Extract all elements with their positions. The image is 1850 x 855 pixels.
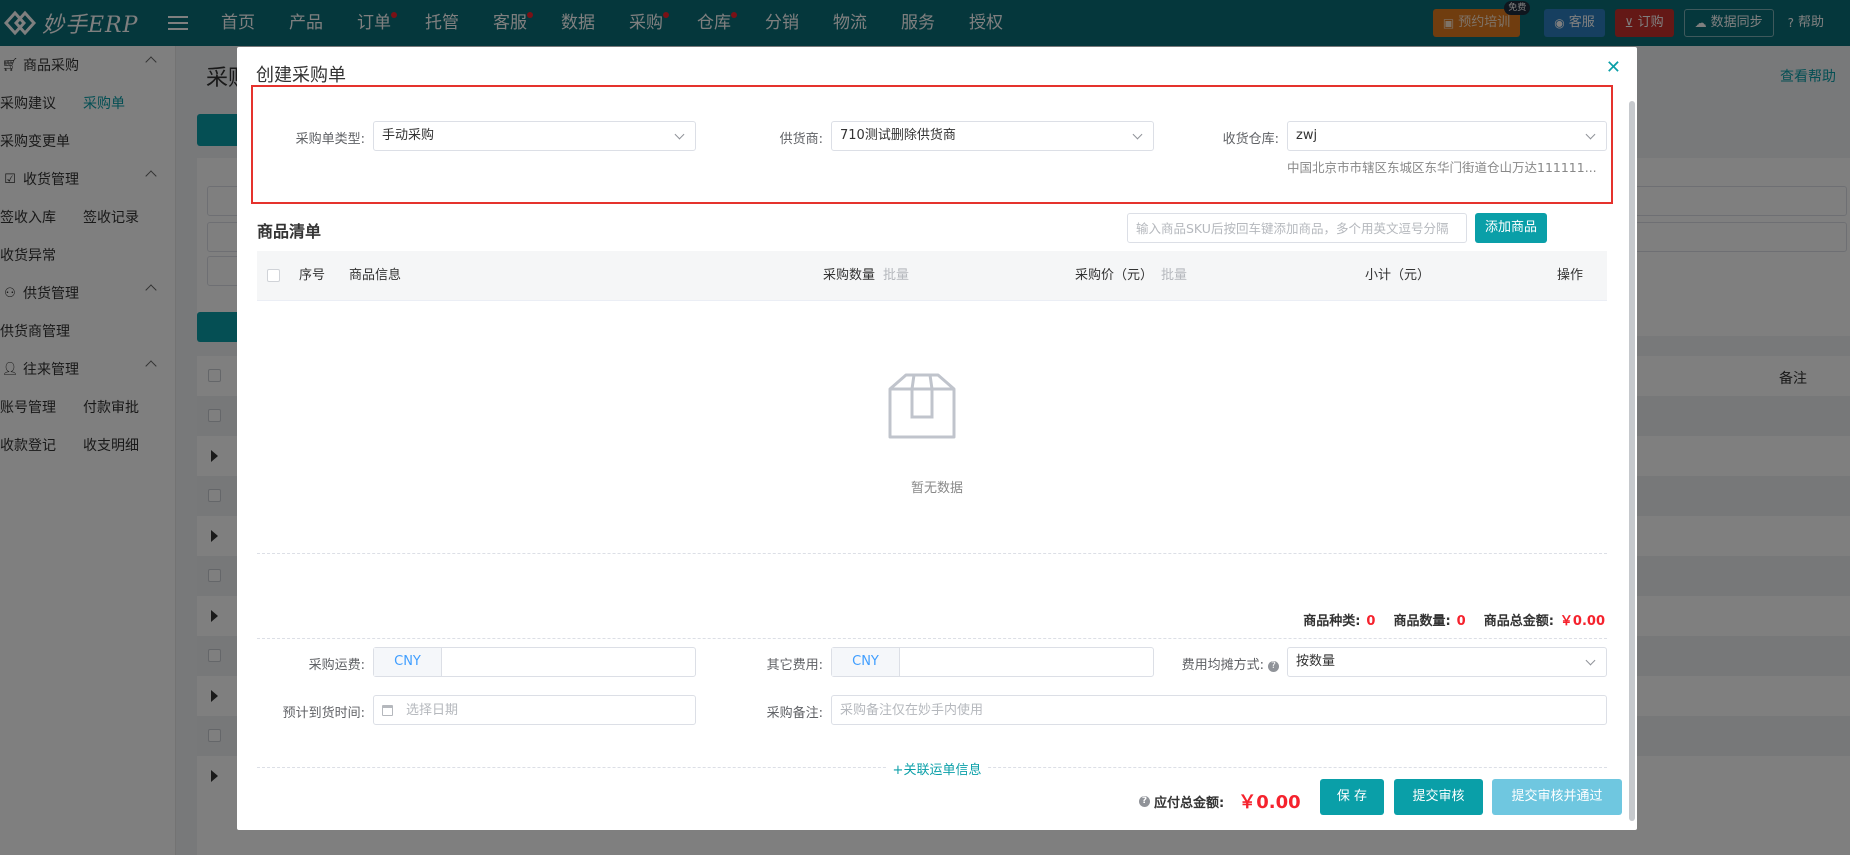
warehouse-select[interactable]: zwj xyxy=(1287,121,1607,151)
summary-amount: 商品总金额: ￥0.00 xyxy=(1484,610,1605,629)
goods-table-header: 序号 商品信息 采购数量 批量 采购价（元） 批量 小计（元） 操作 xyxy=(257,251,1607,301)
eta-label: 预计到货时间: xyxy=(282,706,365,721)
freight-input[interactable] xyxy=(442,648,695,676)
column-purchase-qty-label: 采购数量 xyxy=(823,268,876,283)
freight-input-group: CNY xyxy=(373,647,696,677)
column-purchase-qty: 采购数量 批量 xyxy=(823,251,909,301)
question-icon[interactable]: ? xyxy=(1139,795,1150,807)
currency-prefix: CNY xyxy=(374,648,442,676)
link-waybill-button[interactable]: +关联运单信息 xyxy=(237,759,1637,778)
empty-text: 暂无数据 xyxy=(910,481,963,496)
summary-count-label: 商品数量: xyxy=(1393,614,1451,629)
submit-and-approve-button[interactable]: 提交审核并通过 xyxy=(1492,779,1622,815)
order-type-label: 采购单类型: xyxy=(295,132,365,147)
payable-total: ? 应付总金额: ￥0.00 xyxy=(1139,788,1301,814)
other-fees-input-group: CNY xyxy=(831,647,1154,677)
allocation-select[interactable]: 按数量 xyxy=(1287,647,1607,677)
close-icon[interactable]: ✕ xyxy=(1606,57,1621,78)
goods-summary: 商品种类: 0 商品数量: 0 商品总金额: ￥0.00 xyxy=(1303,610,1605,629)
allocation-label-text: 费用均摊方式: xyxy=(1181,658,1264,673)
freight-label: 采购运费: xyxy=(308,658,365,673)
column-action: 操作 xyxy=(1557,268,1584,283)
chevron-down-icon xyxy=(1132,129,1143,140)
supplier-select[interactable]: 710测试删除供货商 xyxy=(831,121,1154,151)
add-goods-button[interactable]: 添加商品 xyxy=(1475,213,1547,243)
select-all-checkbox[interactable] xyxy=(267,269,280,282)
remark-label: 采购备注: xyxy=(766,706,823,721)
payable-total-label: 应付总金额: xyxy=(1154,795,1225,811)
summary-count: 商品数量: 0 xyxy=(1393,610,1465,629)
question-icon[interactable]: ? xyxy=(1268,661,1279,672)
order-type-value: 手动采购 xyxy=(382,128,435,143)
warehouse-label: 收货仓库: xyxy=(1222,132,1279,147)
eta-input[interactable] xyxy=(406,696,686,724)
supplier-value: 710测试删除供货商 xyxy=(840,128,956,143)
submit-review-button[interactable]: 提交审核 xyxy=(1394,779,1483,815)
eta-date-picker[interactable] xyxy=(373,695,696,725)
create-purchase-order-dialog: 创建采购单 ✕ 采购单类型: 手动采购 供货商: 710测试删除供货商 收货仓库… xyxy=(237,47,1637,830)
chevron-down-icon xyxy=(1585,129,1596,140)
allocation-label: 费用均摊方式:? xyxy=(1157,654,1279,673)
order-type-select[interactable]: 手动采购 xyxy=(373,121,696,151)
summary-kinds-value: 0 xyxy=(1366,614,1376,629)
batch-qty-link[interactable]: 批量 xyxy=(883,268,909,283)
summary-count-value: 0 xyxy=(1456,614,1466,629)
currency-prefix: CNY xyxy=(832,648,900,676)
link-waybill-label: +关联运单信息 xyxy=(886,763,988,778)
chevron-down-icon xyxy=(674,129,685,140)
summary-amount-value: ￥0.00 xyxy=(1559,614,1605,629)
column-purchase-price: 采购价（元） 批量 xyxy=(1075,251,1187,301)
payable-total-value: ￥0.00 xyxy=(1238,792,1301,813)
remark-field xyxy=(831,695,1607,725)
divider xyxy=(257,638,1607,639)
column-subtotal: 小计（元） xyxy=(1365,268,1431,283)
sku-input[interactable] xyxy=(1127,213,1467,243)
supplier-label: 供货商: xyxy=(779,132,823,147)
other-fees-label: 其它费用: xyxy=(766,658,823,673)
goods-list-title: 商品清单 xyxy=(257,222,322,241)
save-button[interactable]: 保 存 xyxy=(1320,779,1384,815)
warehouse-address: 中国北京市市辖区东城区东华门街道仓山万达111111... xyxy=(1287,160,1597,175)
dialog-title: 创建采购单 xyxy=(256,65,346,86)
column-index: 序号 xyxy=(299,268,326,283)
summary-kinds-label: 商品种类: xyxy=(1303,614,1361,629)
summary-amount-label: 商品总金额: xyxy=(1483,614,1554,629)
batch-price-link[interactable]: 批量 xyxy=(1161,268,1187,283)
other-fees-input[interactable] xyxy=(900,648,1153,676)
allocation-value: 按数量 xyxy=(1296,654,1336,669)
empty-box-icon xyxy=(888,373,956,439)
column-purchase-price-label: 采购价（元） xyxy=(1075,268,1154,283)
warehouse-value: zwj xyxy=(1296,128,1318,143)
divider xyxy=(257,553,1607,554)
chevron-down-icon xyxy=(1585,655,1596,666)
calendar-icon xyxy=(382,705,393,716)
remark-input[interactable] xyxy=(832,696,1606,724)
summary-kinds: 商品种类: 0 xyxy=(1303,610,1375,629)
column-product-info: 商品信息 xyxy=(349,268,402,283)
empty-state: 暂无数据 xyxy=(237,301,1637,545)
